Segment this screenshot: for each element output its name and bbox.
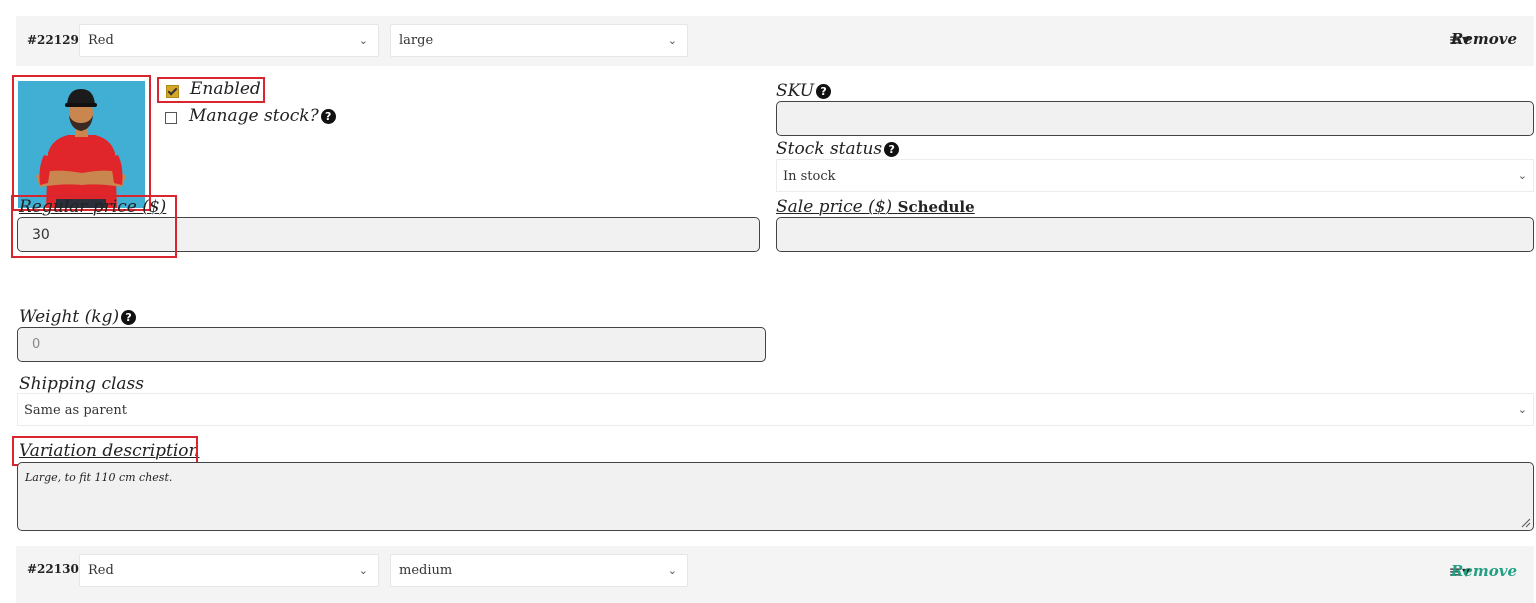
chevron-down-icon: ⌄ <box>667 34 677 47</box>
remove-variation-link[interactable]: Remove <box>1451 562 1517 580</box>
shipping-class-value: Same as parent <box>24 403 127 418</box>
help-icon[interactable]: ? <box>121 310 137 325</box>
schedule-link[interactable]: Schedule <box>898 198 975 216</box>
variation-header: #22130 Red ⌄ medium ⌄ ≡▾ Remove <box>16 546 1534 603</box>
chevron-down-icon: ⌄ <box>358 34 368 47</box>
sale-price-input[interactable] <box>776 217 1534 252</box>
weight-label-wrap: Weight (kg)? <box>19 307 137 327</box>
size-select[interactable]: medium ⌄ <box>390 554 688 587</box>
variation-description-textarea[interactable]: Large, to fit 110 cm chest. <box>17 462 1534 531</box>
chevron-down-icon: ⌄ <box>358 564 368 577</box>
product-photo <box>18 81 145 208</box>
color-select-value: Red <box>88 33 114 48</box>
chevron-down-icon: ⌄ <box>1517 169 1527 182</box>
stock-status-value: In stock <box>783 169 836 184</box>
regular-price-highlight <box>11 195 177 258</box>
enabled-checkbox[interactable]: Enabled <box>157 77 265 103</box>
sku-label: SKU <box>776 81 815 101</box>
shipping-class-label: Shipping class <box>19 374 145 394</box>
manage-stock-label: Manage stock? <box>189 106 319 126</box>
stock-status-label-wrap: Stock status? <box>776 139 900 159</box>
chevron-down-icon: ⌄ <box>1517 403 1527 416</box>
stock-status-select[interactable]: In stock ⌄ <box>776 159 1534 192</box>
enabled-label: Enabled <box>190 79 261 99</box>
color-select[interactable]: Red ⌄ <box>79 554 379 587</box>
sku-label-wrap: SKU? <box>776 81 832 101</box>
variation-id: #22129 <box>27 33 79 47</box>
size-select-value: large <box>399 33 434 48</box>
size-select[interactable]: large ⌄ <box>390 24 688 57</box>
weight-input[interactable]: 0 <box>17 327 766 362</box>
sku-input[interactable] <box>776 101 1534 136</box>
checkbox-checked-icon[interactable] <box>166 85 179 98</box>
help-icon[interactable]: ? <box>884 142 900 157</box>
stock-status-label: Stock status <box>776 139 883 159</box>
resize-grip-icon[interactable] <box>1521 518 1531 528</box>
color-select-value: Red <box>88 563 114 578</box>
sale-price-label: Sale price ($) <box>776 197 893 217</box>
checkbox-unchecked-icon[interactable] <box>165 112 177 124</box>
remove-variation-link[interactable]: Remove <box>1451 30 1517 48</box>
weight-label: Weight (kg) <box>19 307 120 327</box>
variation-id: #22130 <box>27 562 79 576</box>
weight-placeholder: 0 <box>32 337 41 352</box>
size-select-value: medium <box>399 563 453 578</box>
variation-image[interactable] <box>12 75 151 211</box>
chevron-down-icon: ⌄ <box>667 564 677 577</box>
sale-price-label-wrap: Sale price ($) Schedule <box>776 197 975 217</box>
color-select[interactable]: Red ⌄ <box>79 24 379 57</box>
help-icon[interactable]: ? <box>320 109 336 124</box>
shipping-class-select[interactable]: Same as parent ⌄ <box>17 393 1534 426</box>
variation-description-value: Large, to fit 110 cm chest. <box>25 471 173 484</box>
variation-header: #22129 Red ⌄ large ⌄ ≡▾ Remove <box>16 16 1534 66</box>
help-icon[interactable]: ? <box>816 84 832 99</box>
